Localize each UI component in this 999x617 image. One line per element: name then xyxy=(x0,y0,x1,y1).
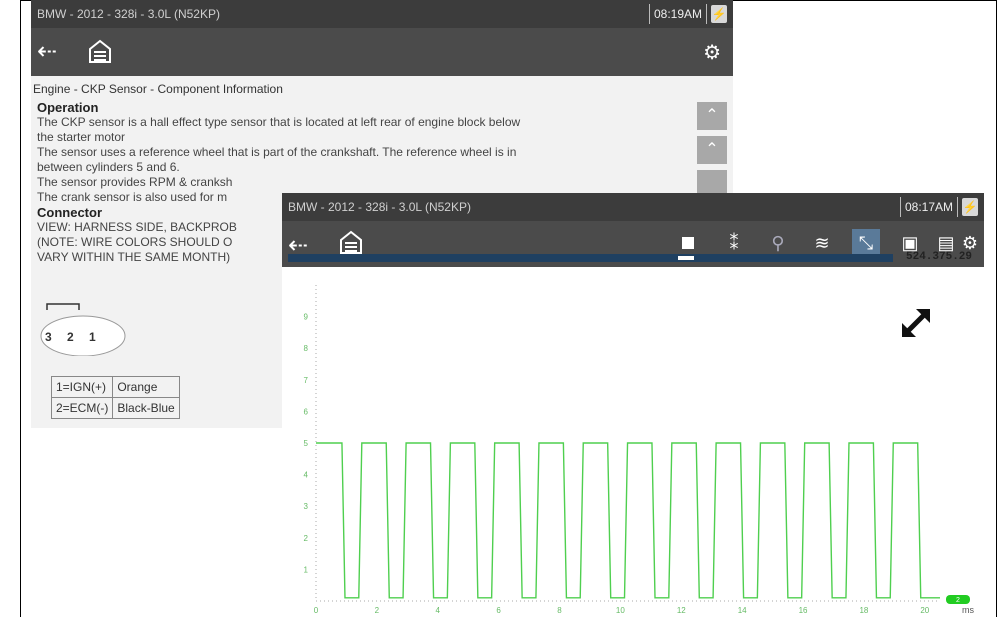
scroll-up-button[interactable]: ⌃ xyxy=(697,136,727,164)
home-icon[interactable] xyxy=(87,38,113,64)
y-tick-label: 6 xyxy=(304,407,309,416)
x-tick-label: 20 xyxy=(920,606,929,615)
color-cell: Black-Blue xyxy=(112,397,180,419)
title-bar: BMW - 2012 - 328i - 3.0L (N52KP) 08:19AM… xyxy=(31,0,733,28)
waveform-plot: 1234567890 2 4 6 8 10 12 14 16 18 20 ms2 xyxy=(304,285,974,615)
x-tick-label: 0 xyxy=(314,606,319,615)
y-tick-label: 9 xyxy=(304,313,309,322)
scrollbar-thumb[interactable] xyxy=(678,256,694,260)
pin-cell: 2=ECM(-) xyxy=(50,397,114,419)
x-tick-label: 8 xyxy=(557,606,562,615)
time-readout: 524.375.29 xyxy=(906,251,973,263)
operation-line: the starter motor xyxy=(37,130,126,144)
scroll-buttons: ⌃ ⌃ xyxy=(697,102,731,204)
pin-table: 1=IGN(+) Orange 2=ECM(-) Black-Blue xyxy=(50,376,180,419)
y-tick-label: 5 xyxy=(304,439,309,448)
clock: 08:17AM xyxy=(899,197,958,217)
vehicle-title: BMW - 2012 - 328i - 3.0L (N52KP) xyxy=(288,200,471,214)
stop-icon[interactable] xyxy=(682,237,694,249)
y-tick-label: 4 xyxy=(304,471,309,480)
table-row: 2=ECM(-) Black-Blue xyxy=(50,397,180,419)
time-scrollbar[interactable] xyxy=(288,254,893,262)
channel-marker-label: 2 xyxy=(956,597,960,604)
title-bar: BMW - 2012 - 328i - 3.0L (N52KP) 08:17AM… xyxy=(282,193,984,221)
operation-line: between cylinders 5 and 6. xyxy=(37,160,180,174)
nav-bar: ⇠ ⚙ xyxy=(31,28,733,76)
y-tick-label: 3 xyxy=(304,502,309,511)
battery-icon: ⚡ xyxy=(711,5,727,23)
connector-pin-labels: 3 2 1 xyxy=(45,330,102,344)
x-tick-label: 6 xyxy=(496,606,501,615)
settings-gear-icon[interactable]: ⚙ xyxy=(703,40,721,65)
breadcrumb: Engine - CKP Sensor - Component Informat… xyxy=(33,82,283,96)
x-tick-label: 10 xyxy=(616,606,625,615)
back-arrow-icon[interactable]: ⇠ xyxy=(37,40,57,64)
filter-icon[interactable]: ≋ xyxy=(808,229,836,257)
zoom-icon[interactable]: ⚲ xyxy=(764,229,792,257)
battery-icon: ⚡ xyxy=(962,198,978,216)
y-tick-label: 1 xyxy=(304,565,309,574)
operation-heading: Operation xyxy=(37,100,99,115)
y-tick-label: 7 xyxy=(304,376,309,385)
x-tick-label: 18 xyxy=(859,606,868,615)
operation-line: The CKP sensor is a hall effect type sen… xyxy=(37,115,521,129)
home-icon[interactable] xyxy=(338,229,364,255)
y-tick-label: 2 xyxy=(304,534,309,543)
color-cell: Orange xyxy=(112,376,180,398)
vehicle-title: BMW - 2012 - 328i - 3.0L (N52KP) xyxy=(37,7,220,21)
pin-cell: 1=IGN(+) xyxy=(50,376,114,398)
x-tick-label: 2 xyxy=(375,606,380,615)
waveform-series xyxy=(316,442,940,599)
expand-icon[interactable] xyxy=(896,303,936,343)
scroll-top-button[interactable]: ⌃ xyxy=(697,102,727,130)
y-tick-label: 8 xyxy=(304,344,309,353)
x-tick-label: 16 xyxy=(799,606,808,615)
collapse-icon[interactable]: ⤡ xyxy=(852,229,880,257)
x-unit-label: ms xyxy=(962,605,974,615)
clock: 08:19AM xyxy=(648,4,707,24)
scope-window: BMW - 2012 - 328i - 3.0L (N52KP) 08:17AM… xyxy=(282,193,984,617)
operation-line: The sensor provides RPM & cranksh xyxy=(37,175,233,189)
connector-diagram xyxy=(40,303,126,356)
x-tick-label: 14 xyxy=(738,606,747,615)
operation-line: The sensor uses a reference wheel that i… xyxy=(37,145,517,159)
table-row: 1=IGN(+) Orange xyxy=(50,376,180,398)
x-tick-label: 12 xyxy=(677,606,686,615)
x-tick-label: 4 xyxy=(436,606,441,615)
cursor-icon[interactable]: ⁑ xyxy=(720,229,748,257)
